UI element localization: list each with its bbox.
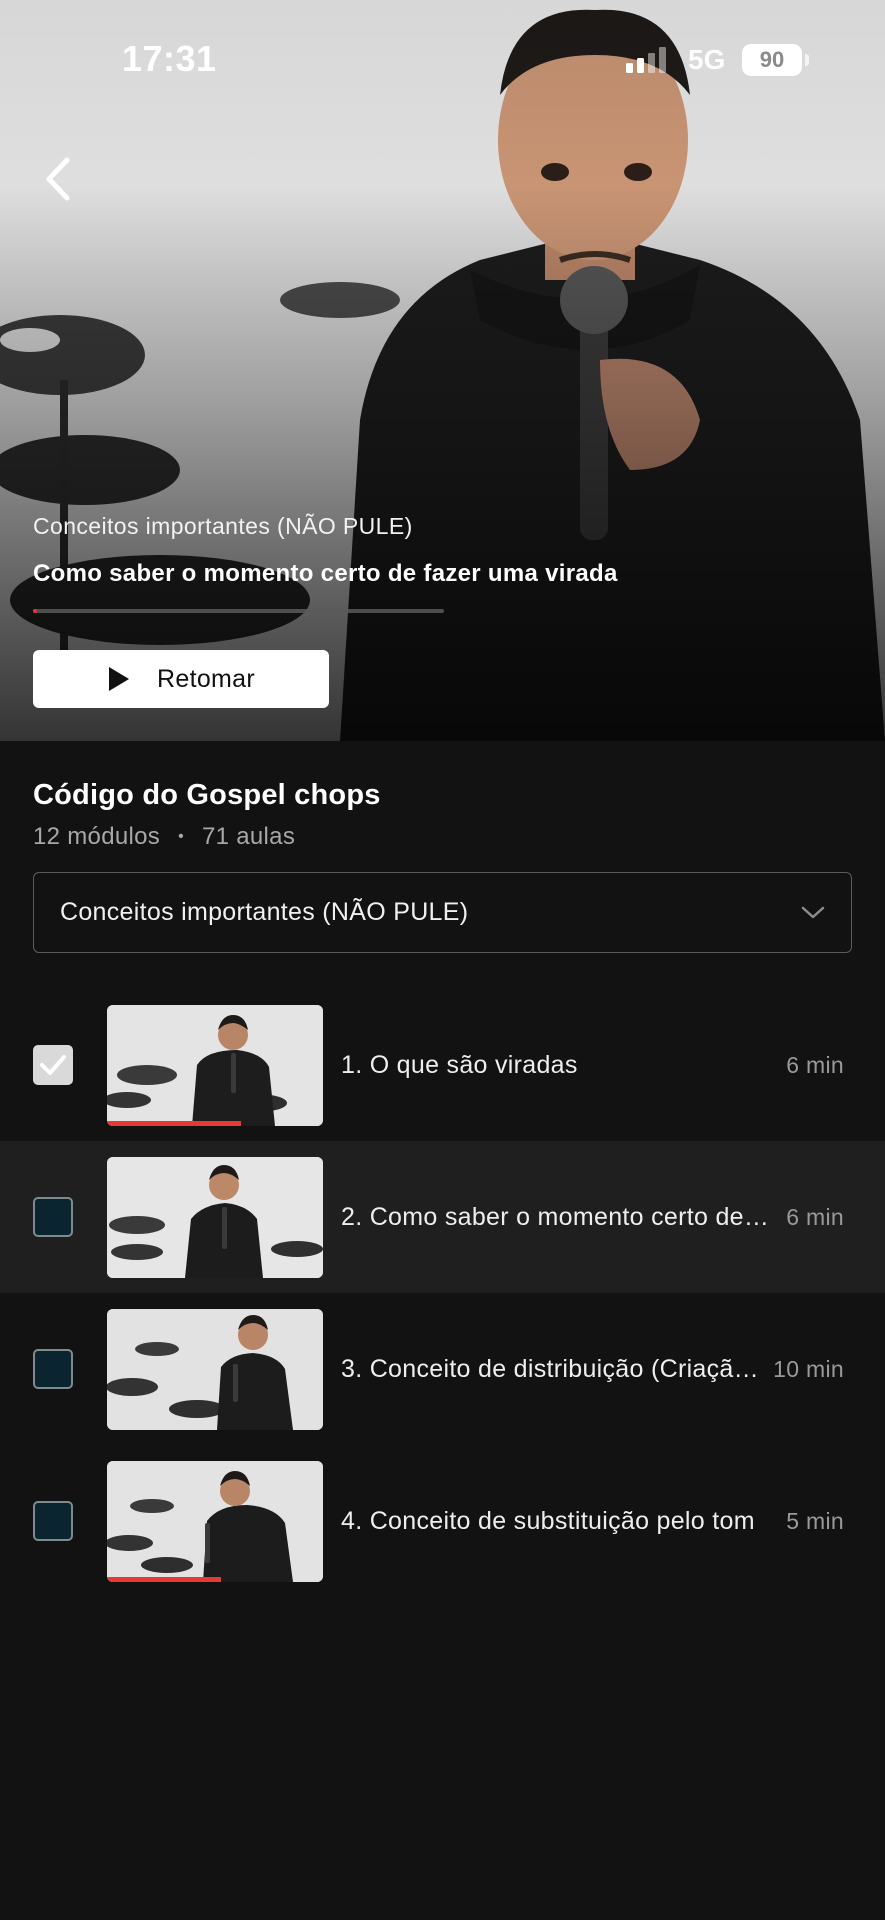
lesson-title: 1. O que são viradas — [341, 1050, 578, 1079]
network-type: 5G — [688, 44, 726, 75]
lesson-title: 3. Conceito de distribuição (Criação de … — [341, 1354, 769, 1383]
video-hero[interactable]: 17:31 5G 90 Conceitos importantes (NÃO P… — [0, 0, 885, 741]
lesson-title: 2. Como saber o momento certo de fazer u… — [341, 1202, 769, 1231]
lesson-thumbnail-image — [107, 1308, 323, 1430]
module-selector[interactable]: Conceitos importantes (NÃO PULE) — [33, 872, 852, 953]
lesson-progress-fill — [33, 609, 38, 613]
battery-icon: 90 — [742, 44, 802, 76]
chevron-left-icon — [46, 157, 70, 201]
chevron-down-icon — [801, 906, 825, 918]
lesson-thumbnail — [107, 1308, 323, 1430]
lesson-watched-bar — [107, 1120, 241, 1126]
lesson-checkbox[interactable] — [33, 1045, 73, 1085]
lesson-row-2[interactable]: 2. Como saber o momento certo de fazer u… — [0, 1141, 885, 1293]
lesson-progress-bar — [33, 609, 444, 613]
module-selector-value: Conceitos importantes (NÃO PULE) — [60, 898, 469, 926]
lesson-thumbnail-image — [107, 1156, 323, 1278]
lesson-duration: 5 min — [786, 1507, 844, 1534]
resume-label: Retomar — [157, 664, 255, 693]
lesson-row-4[interactable]: 4. Conceito de substituição pelo tom 5 m… — [0, 1445, 885, 1597]
lesson-thumbnail-image — [107, 1004, 323, 1126]
current-lesson-title: Como saber o momento certo de fazer uma … — [33, 560, 618, 587]
course-meta: 12 módulos • 71 aulas — [33, 823, 295, 851]
lesson-thumbnail-image — [107, 1460, 323, 1582]
play-icon — [109, 667, 130, 691]
lesson-duration: 10 min — [773, 1355, 844, 1382]
lesson-thumbnail — [107, 1156, 323, 1278]
status-bar: 17:31 5G 90 — [0, 0, 885, 120]
lesson-duration: 6 min — [786, 1203, 844, 1230]
resume-button[interactable]: Retomar — [33, 650, 329, 708]
back-button[interactable] — [32, 148, 84, 210]
lesson-thumbnail — [107, 1004, 323, 1126]
check-icon — [40, 1055, 66, 1075]
battery-level: 90 — [759, 47, 785, 72]
current-module-name: Conceitos importantes (NÃO PULE) — [33, 513, 413, 539]
status-time: 17:31 — [122, 38, 217, 79]
modules-count: 12 módulos — [33, 823, 161, 850]
lesson-thumbnail — [107, 1460, 323, 1582]
lesson-checkbox[interactable] — [33, 1197, 73, 1237]
lesson-row-1[interactable]: 1. O que são viradas 6 min — [0, 989, 885, 1141]
lesson-duration: 6 min — [786, 1051, 844, 1078]
lesson-title: 4. Conceito de substituição pelo tom — [341, 1506, 755, 1535]
battery-nub — [805, 54, 809, 66]
lesson-row-3[interactable]: 3. Conceito de distribuição (Criação de … — [0, 1293, 885, 1445]
lesson-checkbox[interactable] — [33, 1501, 73, 1541]
course-title: Código do Gospel chops — [33, 779, 381, 811]
lesson-checkbox[interactable] — [33, 1349, 73, 1389]
lesson-watched-bar — [107, 1576, 222, 1582]
signal-bars-icon — [626, 47, 666, 73]
lessons-count: 71 aulas — [201, 823, 296, 850]
meta-separator: • — [178, 828, 184, 845]
